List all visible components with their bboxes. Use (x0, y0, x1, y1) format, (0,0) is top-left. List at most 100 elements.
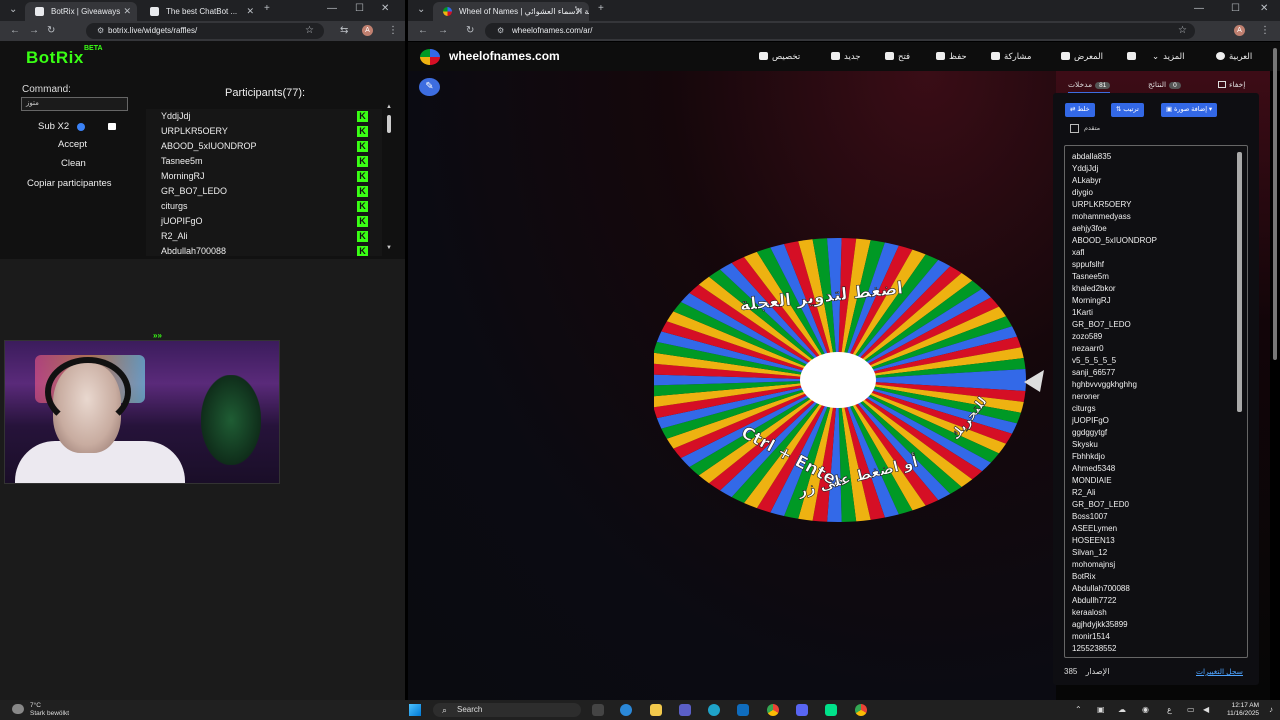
reload-icon[interactable]: ↻ (47, 25, 55, 37)
address-bar[interactable]: botrix.live/widgets/raffles/ (86, 23, 324, 39)
add-image-button[interactable]: ▣ إضافة صورة ▾ (1161, 103, 1218, 117)
new-tab-icon[interactable]: + (264, 3, 270, 14)
volume-icon[interactable]: ◀ (1203, 705, 1209, 714)
forward-icon[interactable]: → (438, 25, 448, 37)
changelog-link[interactable]: سجل التغييرات (1196, 667, 1243, 676)
kick-icon[interactable]: K (357, 141, 368, 152)
tray-app-icon[interactable]: ▣ (1097, 705, 1105, 714)
tab-results[interactable]: النتائج 0 (1148, 80, 1181, 89)
menu-save[interactable]: حفظ (936, 51, 967, 62)
new-tab-icon[interactable]: + (598, 3, 604, 14)
chrome-icon[interactable] (855, 704, 867, 716)
participants-scrollbar[interactable]: ▲ ▼ (386, 104, 392, 251)
bookmark-star-icon[interactable]: ☆ (305, 25, 314, 37)
bookmark-star-icon[interactable]: ☆ (1178, 25, 1187, 37)
fullscreen-button[interactable] (1127, 51, 1140, 61)
edge-icon[interactable] (708, 704, 720, 716)
tray-cloud-icon[interactable]: ☁ (1118, 705, 1126, 714)
back-icon[interactable]: ← (418, 25, 428, 37)
site-info-icon[interactable]: ⚙ (97, 25, 104, 37)
minimize-icon[interactable]: — (1194, 3, 1204, 14)
close-window-icon[interactable]: ✕ (1260, 3, 1268, 14)
copilot-icon[interactable] (620, 704, 632, 716)
copy-participants-button[interactable]: Copiar participantes (27, 178, 112, 189)
teams-icon[interactable] (679, 704, 691, 716)
close-tab-icon[interactable]: ✕ (123, 2, 131, 21)
spinning-wheel[interactable]: اضغط لتدوير العجلة Ctrl + Enter أو اضغط … (654, 236, 1044, 526)
menu-new[interactable]: جديد (831, 51, 861, 62)
maximize-icon[interactable]: ☐ (1231, 3, 1240, 14)
kick-icon[interactable]: K (357, 231, 368, 242)
obs-icon[interactable] (825, 704, 837, 716)
command-input[interactable]: متوز (21, 97, 128, 111)
entries-scrollbar[interactable] (1237, 152, 1242, 412)
page-scrollbar[interactable] (1273, 48, 1277, 360)
hide-panel-toggle[interactable]: إخفاء (1218, 80, 1245, 89)
clean-button[interactable]: Clean (61, 158, 86, 169)
shuffle-button[interactable]: ⇄ خلط (1065, 103, 1095, 117)
maximize-icon[interactable]: ☐ (355, 3, 364, 14)
scrollbar-thumb[interactable] (387, 115, 391, 133)
menu-more[interactable]: ⌄ المزيد (1152, 51, 1185, 62)
minimize-icon[interactable]: — (327, 3, 337, 14)
close-tab-icon[interactable]: ✕ (246, 2, 254, 21)
cloud-icon (12, 704, 24, 714)
language-indicator[interactable]: ع (1167, 705, 1172, 714)
kick-icon[interactable]: K (357, 156, 368, 167)
address-bar[interactable]: wheelofnames.com/ar/ (485, 23, 1195, 39)
kick-icon[interactable]: K (357, 201, 368, 212)
kick-icon[interactable]: K (357, 216, 368, 227)
tab-entries[interactable]: مدخلات 81 (1068, 80, 1111, 94)
menu-open[interactable]: فتح (885, 51, 910, 62)
notification-bell-icon[interactable]: ♪ (1269, 705, 1273, 714)
site-name[interactable]: wheelofnames.com (449, 49, 560, 63)
scroll-up-icon[interactable]: ▲ (386, 104, 392, 110)
task-view-icon[interactable] (592, 704, 604, 716)
weather-widget[interactable]: 7°C Stark bewölkt (12, 702, 69, 718)
accept-button[interactable]: Accept (58, 139, 87, 150)
tray-chevron-icon[interactable]: ⌃ (1075, 705, 1082, 714)
kick-icon[interactable]: K (357, 171, 368, 182)
forward-icon[interactable]: → (29, 25, 39, 37)
file-explorer-icon[interactable] (650, 704, 662, 716)
sort-button[interactable]: ⇅ ترتيب (1111, 103, 1144, 117)
menu-gallery[interactable]: المعرض (1061, 51, 1103, 62)
menu-icon[interactable]: ⋮ (1260, 25, 1270, 37)
tray-app-icon[interactable]: ◉ (1142, 705, 1149, 714)
mail-icon[interactable] (737, 704, 749, 716)
sub-x2-toggle[interactable] (108, 123, 116, 130)
tab-chatbot[interactable]: The best ChatBot ... ✕ (140, 2, 260, 21)
extensions-icon[interactable]: ⇆ (340, 25, 348, 37)
language-selector[interactable]: العربية (1216, 51, 1252, 62)
reload-icon[interactable]: ↻ (466, 25, 474, 37)
kick-icon[interactable]: K (357, 126, 368, 137)
scroll-down-icon[interactable]: ▼ (386, 245, 392, 251)
chrome-icon[interactable] (767, 704, 779, 716)
info-icon[interactable] (77, 123, 85, 131)
profile-avatar[interactable]: A (362, 25, 373, 36)
menu-customize[interactable]: تخصيص (759, 51, 800, 62)
network-icon[interactable]: ▭ (1187, 705, 1195, 714)
close-window-icon[interactable]: ✕ (381, 3, 389, 14)
close-tab-icon[interactable]: ✕ (575, 2, 583, 21)
tab-search-icon[interactable]: ⌄ (9, 4, 17, 16)
back-icon[interactable]: ← (10, 25, 20, 37)
menu-icon[interactable]: ⋮ (388, 25, 398, 37)
wheel-center-hub[interactable] (800, 352, 876, 408)
profile-avatar[interactable]: A (1234, 25, 1245, 36)
edit-pencil-icon[interactable]: ✎ (419, 78, 440, 96)
menu-share[interactable]: مشاركة (991, 51, 1031, 62)
clock[interactable]: 12:17 AM 11/16/2025 (1227, 702, 1259, 718)
entries-textarea[interactable]: abdalla835 YddjJdj ALkabyr diygio URPLKR… (1064, 145, 1248, 658)
kick-icon[interactable]: K (357, 111, 368, 122)
kick-icon[interactable]: K (357, 246, 368, 256)
taskbar-search[interactable]: ⌕ Search (433, 703, 581, 717)
windows-start-icon[interactable] (409, 704, 421, 716)
advanced-checkbox[interactable] (1070, 124, 1079, 133)
discord-icon[interactable] (796, 704, 808, 716)
tab-search-icon[interactable]: ⌄ (417, 4, 425, 16)
site-info-icon[interactable]: ⚙ (497, 25, 504, 37)
kick-icon[interactable]: K (357, 186, 368, 197)
tab-botrix[interactable]: BotRix | Giveaways ✕ (25, 2, 137, 21)
tab-wheel-of-names[interactable]: Wheel of Names | عجلة الأسماء العشوائي ✕ (433, 2, 589, 21)
